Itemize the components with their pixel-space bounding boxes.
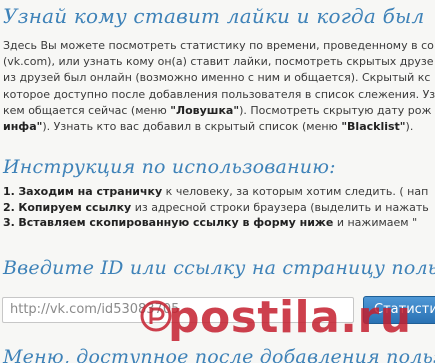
intro-text-segment: ). Узнать кто вас добавил в скрытый спис… xyxy=(42,120,342,134)
intro-line: которое доступно после добавления пользо… xyxy=(3,87,435,101)
step-item: 1. Заходим на страничку к человеку, за к… xyxy=(3,184,435,200)
intro-line: инфа"). Узнать кто вас добавил в скрытый… xyxy=(3,119,435,135)
step-number: 2. xyxy=(3,200,15,214)
page: Узнай кому ставит лайки и когда был Здес… xyxy=(0,0,435,363)
intro-text-segment: кем общается сейчас (меню xyxy=(3,103,171,117)
step-number: 3. xyxy=(3,216,15,229)
input-heading: Введите ID или ссылку на страницу польз xyxy=(3,257,435,279)
step-item: 3. Вставляем скопированную ссылку в форм… xyxy=(3,215,435,231)
intro-text: Здесь Вы можете посмотреть статистику по… xyxy=(3,38,435,135)
step-bold: Копируем ссылку xyxy=(18,200,132,214)
watermark-text: postila.ru xyxy=(168,292,412,343)
intro-line: кем общается сейчас (меню "Ловушка"). По… xyxy=(3,103,435,119)
menu-trap-link[interactable]: "Ловушка" xyxy=(170,104,239,117)
menu-blacklist-link[interactable]: "Blacklist" xyxy=(341,120,405,133)
menu-heading: Меню, доступное после добавления пользо xyxy=(3,346,435,363)
step-text: и нажимаем " xyxy=(333,216,418,229)
step-number: 1. xyxy=(3,185,15,198)
step-bold: Заходим на страничку xyxy=(18,185,163,198)
instruction-steps: 1. Заходим на страничку к человеку, за к… xyxy=(3,184,435,231)
intro-text-segment: ). xyxy=(405,120,414,134)
intro-text-segment: ). Посмотреть скрытую дату рож xyxy=(239,103,432,117)
intro-line: Здесь Вы можете посмотреть статистику по… xyxy=(3,39,434,52)
intro-line: (vk.com), или узнать кому он(а) ставит л… xyxy=(3,55,434,69)
instruction-heading: Инструкция по использованию: xyxy=(3,156,336,178)
step-item: 2. Копируем ссылку из адресной строки бр… xyxy=(3,200,435,216)
step-text: к человеку, за которым хотим следить. ( … xyxy=(162,185,429,198)
step-bold: Вставляем скопированную ссылку в форму н… xyxy=(18,216,334,229)
menu-info-link[interactable]: инфа" xyxy=(3,120,42,133)
step-text: из адресной строки браузера (выделить и … xyxy=(131,200,429,214)
page-title: Узнай кому ставит лайки и когда был xyxy=(3,4,425,28)
intro-line: из друзей был онлайн (возможно именно с … xyxy=(3,71,431,85)
